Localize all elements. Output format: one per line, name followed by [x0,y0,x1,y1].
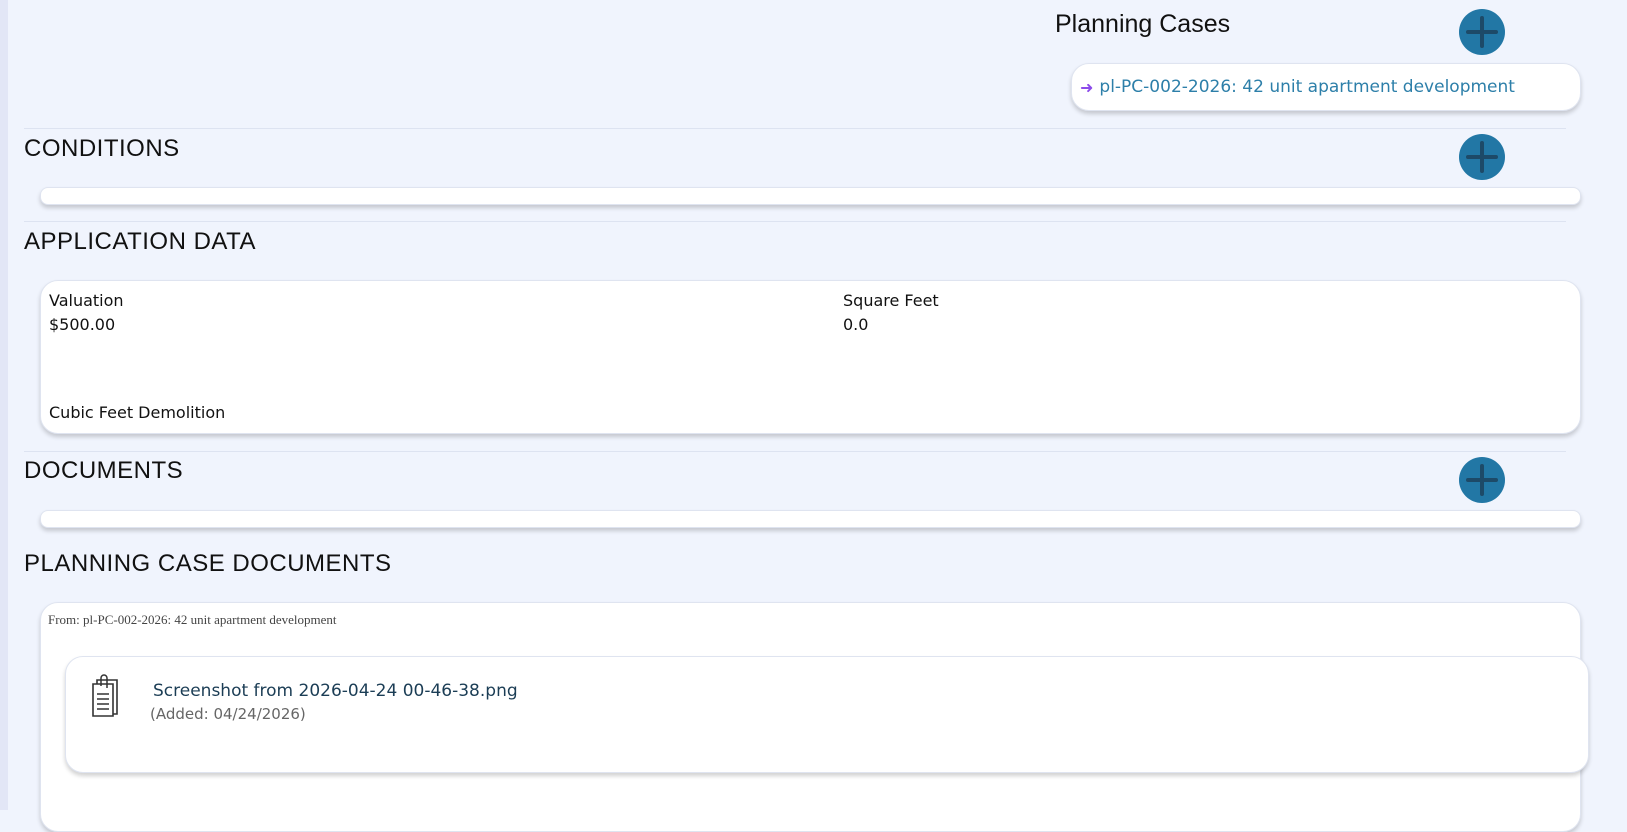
document-file-name[interactable]: Screenshot from 2026-04-24 00-46-38.png [153,681,518,701]
section-divider [24,221,1566,222]
documents-title: DOCUMENTS [24,457,184,484]
application-data-title: APPLICATION DATA [24,228,257,255]
clipboard-document-icon [92,674,118,717]
plus-icon [1466,141,1498,173]
conditions-title: CONDITIONS [24,135,180,162]
planning-case-link-card[interactable]: ➜ pl-PC-002-2026: 42 unit apartment deve… [1071,63,1581,111]
square-feet-value: 0.0 [843,315,869,334]
arrow-right-icon: ➜ [1080,77,1094,97]
add-planning-case-button[interactable] [1459,9,1505,55]
cubic-feet-demolition-label: Cubic Feet Demolition [49,403,226,422]
add-document-button[interactable] [1459,457,1505,503]
plus-icon [1466,464,1498,496]
left-edge-strip [0,0,8,810]
planning-cases-title: Planning Cases [1055,10,1231,38]
square-feet-label: Square Feet [843,291,939,310]
planning-case-link[interactable]: pl-PC-002-2026: 42 unit apartment develo… [1099,77,1515,97]
valuation-label: Valuation [49,291,124,310]
document-source-text: From: pl-PC-002-2026: 42 unit apartment … [48,612,337,627]
plus-icon [1466,16,1498,48]
planning-case-documents-title: PLANNING CASE DOCUMENTS [24,550,392,577]
add-condition-button[interactable] [1459,134,1505,180]
section-divider [24,128,1566,129]
application-data-card [40,280,1581,434]
valuation-value: $500.00 [49,315,116,334]
section-divider [24,451,1566,452]
conditions-list [40,187,1581,205]
documents-list [40,510,1581,528]
document-added-date: (Added: 04/24/2026) [150,705,306,723]
